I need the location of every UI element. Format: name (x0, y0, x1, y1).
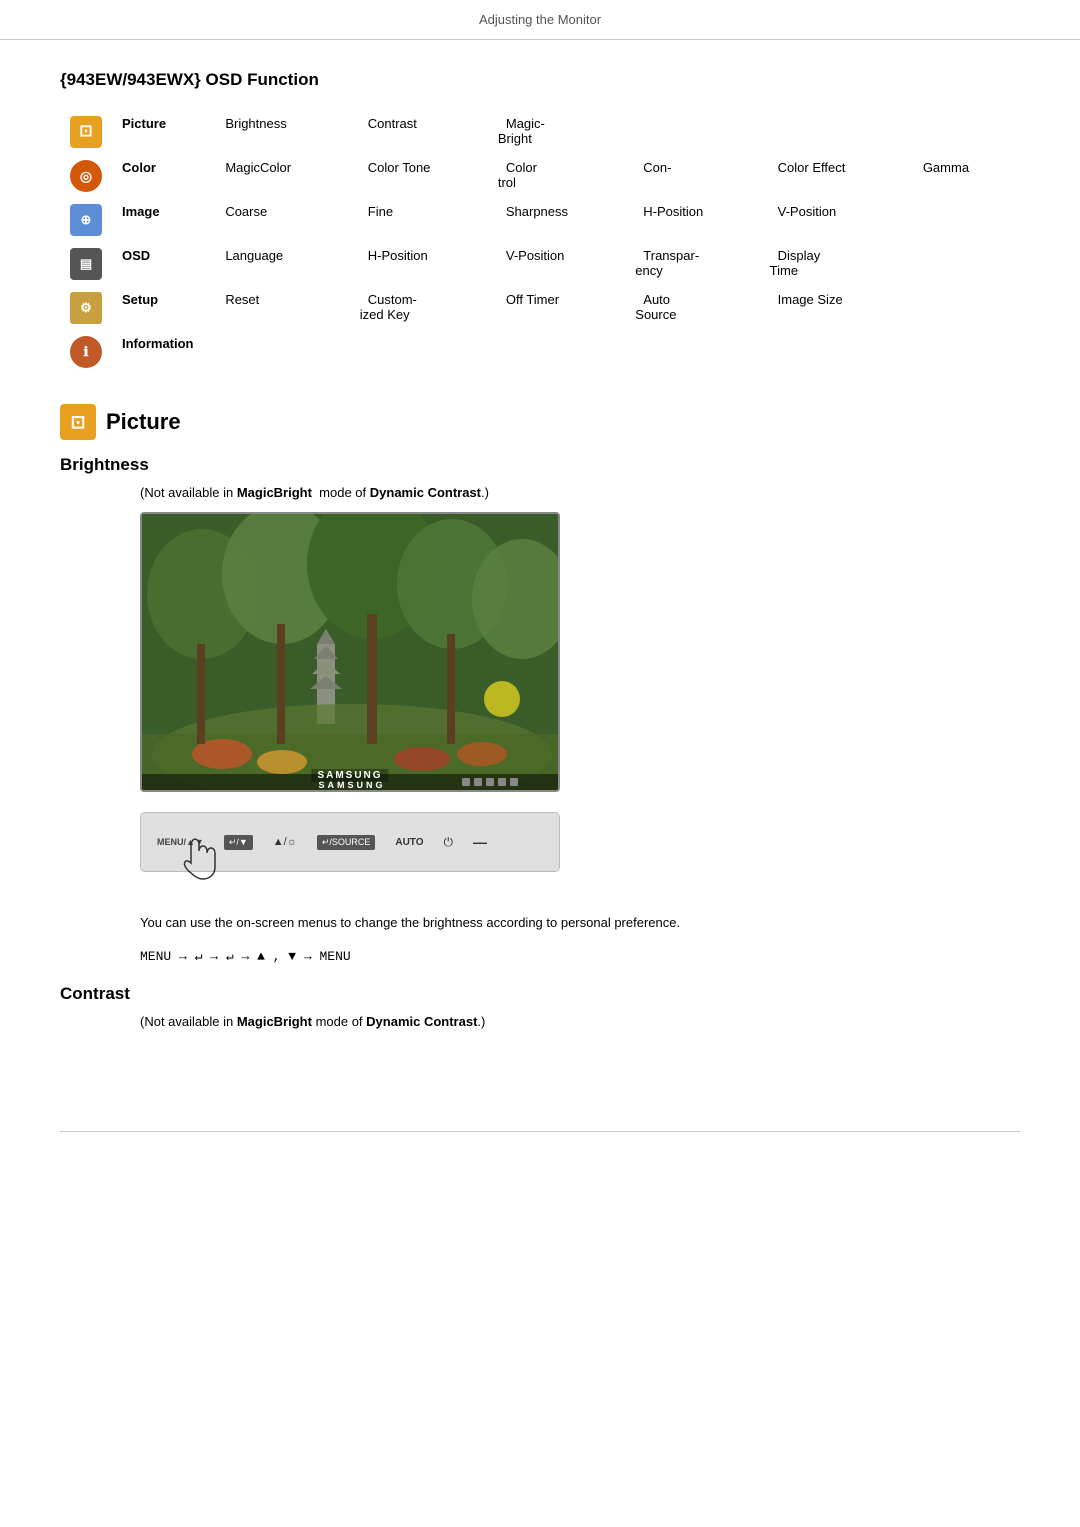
enter-source-btn[interactable]: ↵/SOURCE (317, 835, 376, 850)
information-menu-label: Information (122, 336, 198, 351)
picture-section-icon: ⊡ (60, 404, 96, 440)
osd-section: {943EW/943EWX} OSD Function ⊡ Picture Br… (60, 70, 1020, 374)
osd-menu-label: OSD (122, 248, 154, 263)
color-ctrl-menu-item: Colortrol (498, 158, 537, 192)
contrast-section: Contrast (Not available in MagicBright m… (60, 984, 1020, 1029)
auto-btn[interactable]: AUTO (395, 837, 423, 848)
color-menu-label: Color (122, 160, 160, 175)
magicbright-menu-item: Magic-Bright (498, 114, 545, 148)
osd-menu-icon: ▤ (70, 248, 102, 280)
hposition-osd-menu-item: H-Position (360, 246, 436, 265)
contrast-title: Contrast (60, 984, 1020, 1004)
table-row: ⊕ Image Coarse Fine Sharpness H-Position… (60, 198, 1020, 242)
vposition-osd-menu-item: V-Position (498, 246, 573, 265)
coloreffect-menu-item: Color Effect (770, 158, 854, 177)
osd-section-title: {943EW/943EWX} OSD Function (60, 70, 1020, 90)
customizedkey-menu-item: Custom-ized Key (360, 290, 418, 324)
picture-menu-icon: ⊡ (70, 116, 102, 148)
contrast-menu-item: Contrast (360, 114, 425, 133)
picture-section-header: ⊡ Picture (60, 404, 1020, 440)
imagesize-menu-item: Image Size (770, 290, 851, 309)
page-divider (60, 1131, 1020, 1132)
autosource-menu-item: AutoSource (635, 290, 684, 324)
coarse-menu-item: Coarse (217, 202, 275, 221)
displaytime-menu-item: DisplayTime (770, 246, 821, 280)
setup-menu-icon: ⚙ (70, 292, 102, 324)
language-menu-item: Language (217, 246, 291, 265)
brightness-menu-path: MENU → ↵ → ↵ → ▲ , ▼ → MENU (140, 949, 1020, 964)
brightness-description: You can use the on-screen menus to chang… (140, 912, 1020, 934)
hposition-image-menu-item: H-Position (635, 202, 711, 221)
control-bar-container: MENU/▲▼ ↵/▼ ▲/☼ ↵/SOURCE AUTO ⏻ — (140, 812, 1020, 872)
gamma-menu-item: Gamma (915, 158, 977, 177)
page-header-title: Adjusting the Monitor (479, 12, 601, 27)
table-row: ▤ OSD Language H-Position V-Position Tra… (60, 242, 1020, 286)
minus-btn[interactable]: — (473, 834, 487, 850)
monitor-display-image: SAMSUNG (140, 512, 1020, 792)
monitor-screen: SAMSUNG (140, 512, 560, 792)
table-row: ◎ Color MagicColor Color Tone Colortrol … (60, 154, 1020, 198)
information-menu-icon: ℹ (70, 336, 102, 368)
offtimer-menu-item: Off Timer (498, 290, 567, 309)
con-menu-item: Con- (635, 158, 679, 177)
contrast-note: (Not available in MagicBright mode of Dy… (140, 1014, 1020, 1029)
hand-cursor-svg (181, 835, 221, 885)
enter-down-btn[interactable]: ↵/▼ (224, 835, 253, 850)
magiccolor-menu-item: MagicColor (217, 158, 299, 177)
table-row: ℹ Information (60, 330, 1020, 374)
brightness-title: Brightness (60, 455, 1020, 475)
table-row: ⚙ Setup Reset Custom-ized Key Off Timer … (60, 286, 1020, 330)
fine-menu-item: Fine (360, 202, 401, 221)
picture-menu-label: Picture (122, 116, 170, 131)
scenery-svg: SAMSUNG (142, 514, 560, 792)
sharpness-menu-item: Sharpness (498, 202, 576, 221)
power-btn[interactable]: ⏻ (444, 835, 454, 850)
picture-section-title: Picture (106, 409, 181, 435)
reset-menu-item: Reset (217, 290, 267, 309)
osd-table: ⊡ Picture Brightness Contrast Magic-Brig… (60, 110, 1020, 374)
image-menu-icon: ⊕ (70, 204, 102, 236)
vposition-image-menu-item: V-Position (770, 202, 845, 221)
brightness-note: (Not available in MagicBright mode of Dy… (140, 485, 1020, 500)
color-menu-icon: ◎ (70, 160, 102, 192)
up-brightness-btn[interactable]: ▲/☼ (273, 836, 297, 848)
hand-cursor-indicator (181, 835, 221, 888)
brightness-section: Brightness (Not available in MagicBright… (60, 455, 1020, 964)
brightness-menu-item: Brightness (217, 114, 294, 133)
table-row: ⊡ Picture Brightness Contrast Magic-Brig… (60, 110, 1020, 154)
image-menu-label: Image (122, 204, 164, 219)
colortone-menu-item: Color Tone (360, 158, 439, 177)
transparency-menu-item: Transpar-ency (635, 246, 699, 280)
setup-menu-label: Setup (122, 292, 162, 307)
svg-text:SAMSUNG: SAMSUNG (318, 780, 385, 790)
